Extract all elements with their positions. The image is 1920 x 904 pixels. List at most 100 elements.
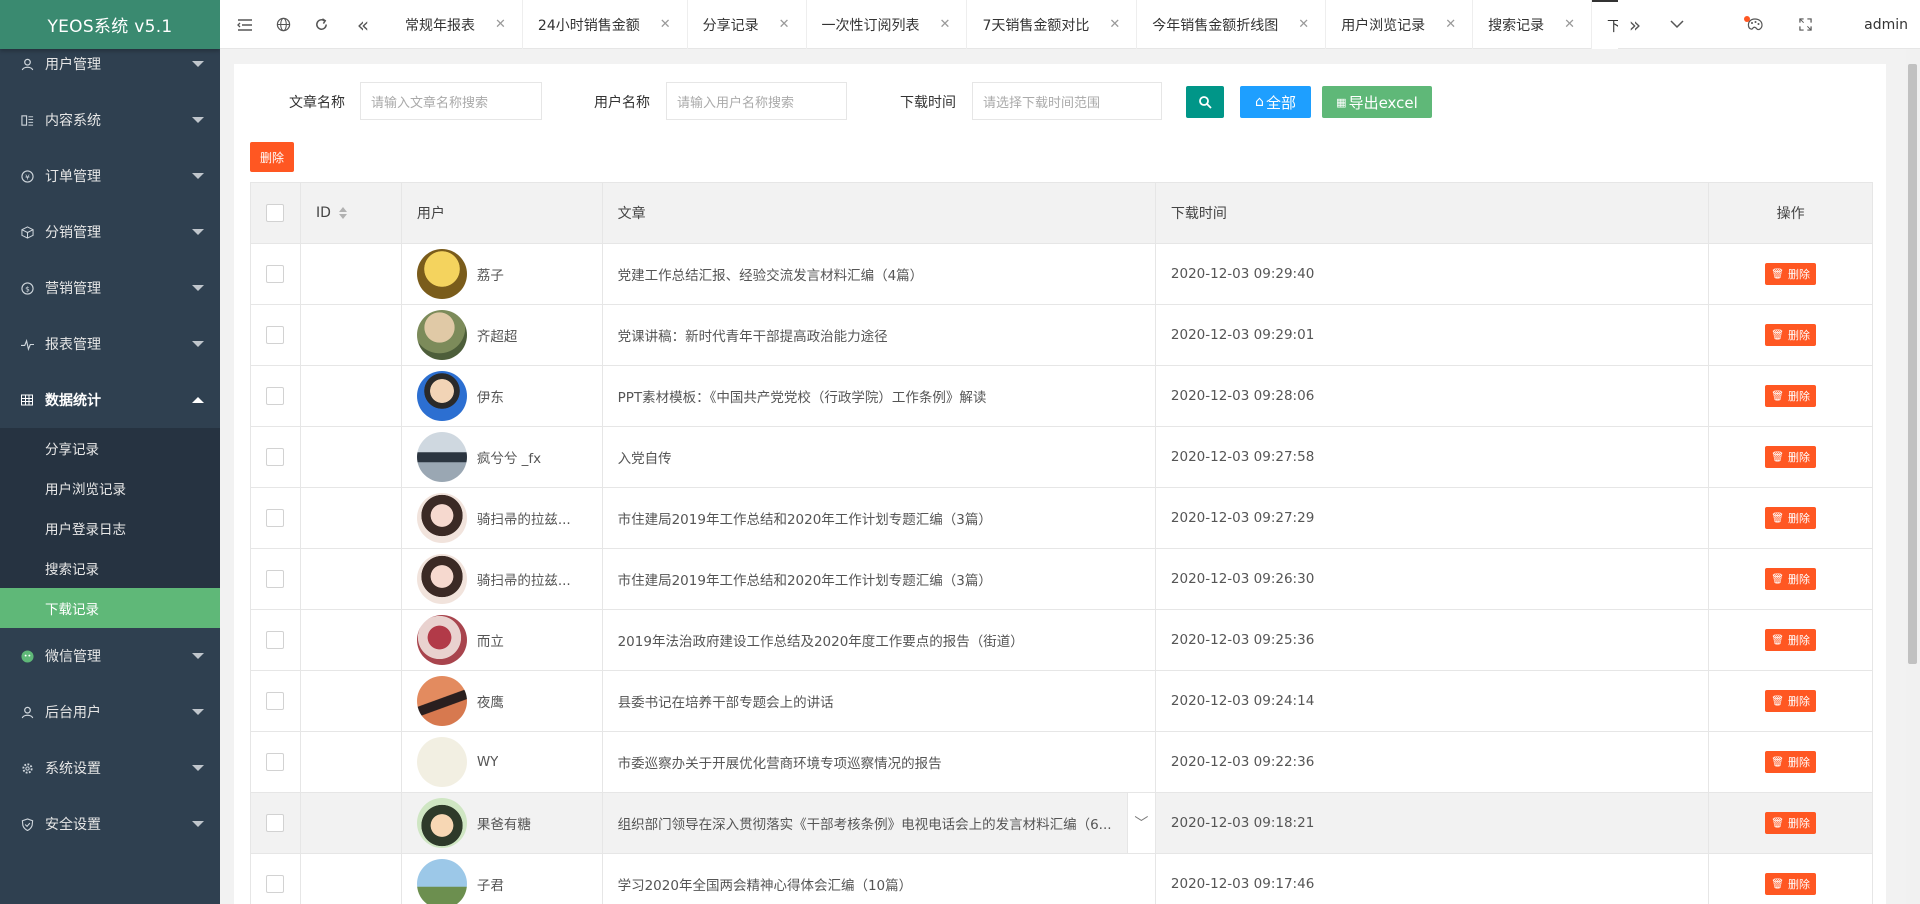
tab-7day-sales-compare[interactable]: 7天销售金额对比 ✕ — [967, 0, 1138, 49]
sidebar-item-security[interactable]: 安全设置 — [0, 796, 220, 852]
scrollbar-thumb[interactable] — [1908, 64, 1917, 664]
avatar — [416, 432, 467, 482]
tab-one-time-subscriptions[interactable]: 一次性订阅列表 ✕ — [807, 0, 968, 49]
row-delete-button[interactable]: 🗑 删除 — [1765, 507, 1816, 529]
row-checkbox[interactable] — [266, 509, 285, 527]
row-delete-button[interactable]: 🗑 删除 — [1765, 629, 1816, 651]
row-checkbox[interactable] — [266, 814, 285, 832]
row-delete-button[interactable]: 🗑 删除 — [1765, 446, 1816, 468]
article-search-input[interactable]: 请输入文章名称搜索 — [360, 82, 542, 120]
sidebar-subitem-browse-records[interactable]: 用户浏览记录 — [0, 468, 220, 508]
tab-24h-sales[interactable]: 24小时销售金额 ✕ — [523, 0, 688, 49]
tab-annual-report[interactable]: 常规年报表 ✕ — [390, 0, 523, 49]
row-article: 县委书记在培养干部专题会上的讲话 — [617, 695, 834, 711]
user-menu[interactable]: admin — [1864, 0, 1908, 49]
row-checkbox[interactable] — [266, 875, 285, 893]
table-row[interactable]: 骑扫帚的拉兹... 市住建局2019年工作总结和2020年工作计划专题汇编（3篇… — [251, 488, 1872, 549]
row-checkbox[interactable] — [266, 387, 285, 405]
table-row[interactable]: 子君 学习2020年全国两会精神心得体会汇编（10篇） 2020-12-03 0… — [251, 854, 1872, 904]
theme-palette-icon[interactable] — [1740, 0, 1770, 49]
tabs-scroll-right-icon[interactable]: » — [1620, 0, 1650, 49]
row-checkbox[interactable] — [266, 631, 285, 649]
table-row[interactable]: 伊东 PPT素材模板：《中国共产党党校（行政学院）工作条例》解读 2020-12… — [251, 366, 1872, 427]
sidebar-subitem-share-records[interactable]: 分享记录 — [0, 428, 220, 468]
globe-icon[interactable] — [270, 0, 296, 49]
sidebar-subitem-login-log[interactable]: 用户登录日志 — [0, 508, 220, 548]
sidebar-subitem-download-records[interactable]: 下载记录 — [0, 588, 220, 628]
show-all-button[interactable]: ⌂ 全部 — [1240, 86, 1311, 118]
tab-yearly-sales-line[interactable]: 今年销售金额折线图 ✕ — [1137, 0, 1327, 49]
close-icon[interactable]: ✕ — [779, 17, 790, 32]
chevron-down-icon[interactable] — [1662, 0, 1692, 49]
row-delete-button[interactable]: 🗑 删除 — [1765, 812, 1816, 834]
row-delete-button[interactable]: 🗑 删除 — [1765, 263, 1816, 285]
close-icon[interactable]: ✕ — [495, 17, 506, 32]
row-time-cell: 2020-12-03 09:22:36 — [1156, 732, 1710, 792]
close-icon[interactable]: ✕ — [940, 17, 951, 32]
row-checkbox[interactable] — [266, 753, 285, 771]
search-button[interactable] — [1186, 86, 1224, 118]
sidebar-item-content[interactable]: 内容系统 — [0, 92, 220, 148]
bulk-delete-button[interactable]: 删除 — [250, 142, 294, 172]
row-delete-button[interactable]: 🗑 删除 — [1765, 385, 1816, 407]
avatar — [416, 249, 467, 299]
close-icon[interactable]: ✕ — [1445, 17, 1456, 32]
tab-browse-records[interactable]: 用户浏览记录 ✕ — [1326, 0, 1474, 49]
chevron-down-icon — [192, 173, 204, 179]
row-checkbox[interactable] — [266, 692, 285, 710]
download-time-range-input[interactable]: 请选择下载时间范围 — [972, 82, 1162, 120]
row-username: 疯兮兮 _fx — [476, 451, 542, 467]
sidebar-item-reports[interactable]: 报表管理 — [0, 316, 220, 372]
close-icon[interactable]: ✕ — [1298, 17, 1309, 32]
row-article-cell: 市住建局2019年工作总结和2020年工作计划专题汇编（3篇） — [603, 549, 1156, 609]
sidebar-item-system-settings[interactable]: 系统设置 — [0, 740, 220, 796]
sidebar-item-label: 后台用户 — [45, 705, 101, 721]
row-checkbox[interactable] — [266, 326, 285, 344]
header-id[interactable]: ID — [301, 183, 402, 243]
sidebar-item-wechat[interactable]: 微信管理 — [0, 628, 220, 684]
sidebar-item-orders[interactable]: ¥ 订单管理 — [0, 148, 220, 204]
export-excel-button[interactable]: ▦ 导出excel — [1322, 86, 1432, 118]
close-icon[interactable]: ✕ — [1109, 17, 1120, 32]
row-delete-button[interactable]: 🗑 删除 — [1765, 568, 1816, 590]
select-all-checkbox[interactable] — [266, 204, 285, 222]
table-row[interactable]: 而立 2019年法治政府建设工作总结及2020年度工作要点的报告（街道） 202… — [251, 610, 1872, 671]
user-search-input[interactable]: 请输入用户名称搜索 — [666, 82, 847, 120]
row-delete-button[interactable]: 🗑 删除 — [1765, 751, 1816, 773]
sidebar-item-admin-users[interactable]: 后台用户 — [0, 684, 220, 740]
table-row[interactable]: 齐超超 党课讲稿：新时代青年干部提高政治能力途径 2020-12-03 09:2… — [251, 305, 1872, 366]
row-time-cell: 2020-12-03 09:27:58 — [1156, 427, 1710, 487]
table-row[interactable]: 荔子 党建工作总结汇报、经验交流发言材料汇编（4篇） 2020-12-03 09… — [251, 244, 1872, 305]
table-row[interactable]: 夜鹰 县委书记在培养干部专题会上的讲话 2020-12-03 09:24:14 … — [251, 671, 1872, 732]
row-checkbox[interactable] — [266, 570, 285, 588]
row-id-cell — [301, 671, 402, 731]
chevron-down-icon[interactable]: ﹀ — [1126, 793, 1155, 853]
tabs-scroll-left-icon[interactable]: « — [348, 0, 378, 49]
sidebar-item-statistics[interactable]: 数据统计 — [0, 372, 220, 428]
sidebar-item-marketing[interactable]: $ 营销管理 — [0, 260, 220, 316]
row-delete-button[interactable]: 🗑 删除 — [1765, 324, 1816, 346]
row-checkbox[interactable] — [266, 448, 285, 466]
sidebar-subitem-search-records[interactable]: 搜索记录 — [0, 548, 220, 588]
row-delete-button[interactable]: 🗑 删除 — [1765, 873, 1816, 895]
row-user-cell: 荔子 — [402, 244, 603, 304]
tab-share-records[interactable]: 分享记录 ✕ — [688, 0, 807, 49]
tab-search-records[interactable]: 搜索记录 ✕ — [1473, 0, 1592, 49]
sidebar-item-distribution[interactable]: 分销管理 — [0, 204, 220, 260]
sort-icon[interactable] — [338, 206, 347, 220]
refresh-icon[interactable] — [308, 0, 334, 49]
row-download-time: 2020-12-03 09:18:21 — [1170, 815, 1315, 831]
row-checkbox[interactable] — [266, 265, 285, 283]
close-icon[interactable]: ✕ — [1564, 17, 1575, 32]
table-row[interactable]: 果爸有糖 组织部门领导在深入贯彻落实《干部考核条例》电视电话会上的发言材料汇编（… — [251, 793, 1872, 854]
table-row[interactable]: WY 市委巡察办关于开展优化营商环境专项巡察情况的报告 2020-12-03 0… — [251, 732, 1872, 793]
header-article: 文章 — [603, 183, 1156, 243]
close-icon[interactable]: ✕ — [660, 17, 671, 32]
fullscreen-icon[interactable] — [1790, 0, 1820, 49]
row-select-cell — [251, 427, 301, 487]
table-row[interactable]: 骑扫帚的拉兹... 市住建局2019年工作总结和2020年工作计划专题汇编（3篇… — [251, 549, 1872, 610]
table-row[interactable]: 疯兮兮 _fx 入党自传 2020-12-03 09:27:58 🗑 删除 — [251, 427, 1872, 488]
row-delete-button[interactable]: 🗑 删除 — [1765, 690, 1816, 712]
tab-download-records[interactable]: 下载记录 — [1592, 0, 1618, 49]
menu-toggle-icon[interactable] — [232, 0, 258, 49]
